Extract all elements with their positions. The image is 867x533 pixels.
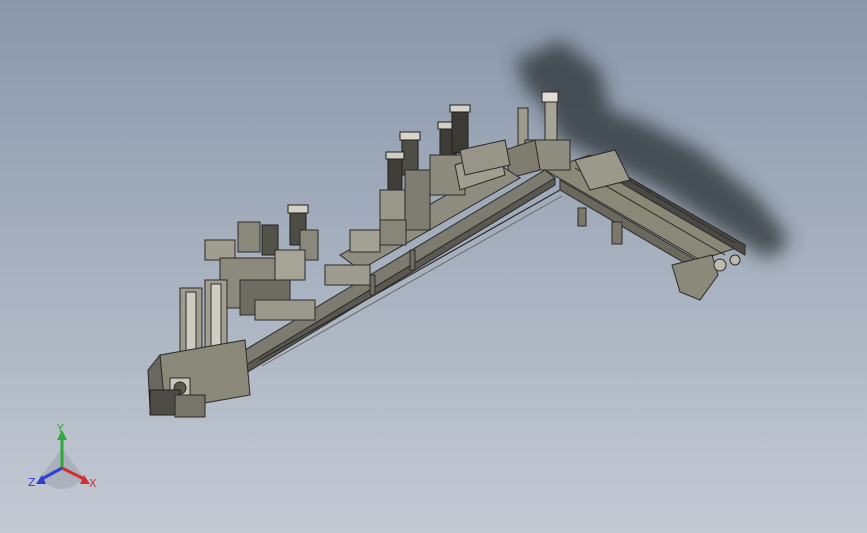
axis-triad <box>36 430 90 489</box>
z-axis-label: Z <box>28 476 36 489</box>
cad-model-viewport[interactable]: Y X Z <box>0 0 867 533</box>
middle-stations <box>324 104 521 296</box>
x-axis-label: X <box>89 477 97 490</box>
assembly-model <box>36 40 790 489</box>
left-stations <box>147 204 319 418</box>
y-axis-label: Y <box>57 422 64 435</box>
